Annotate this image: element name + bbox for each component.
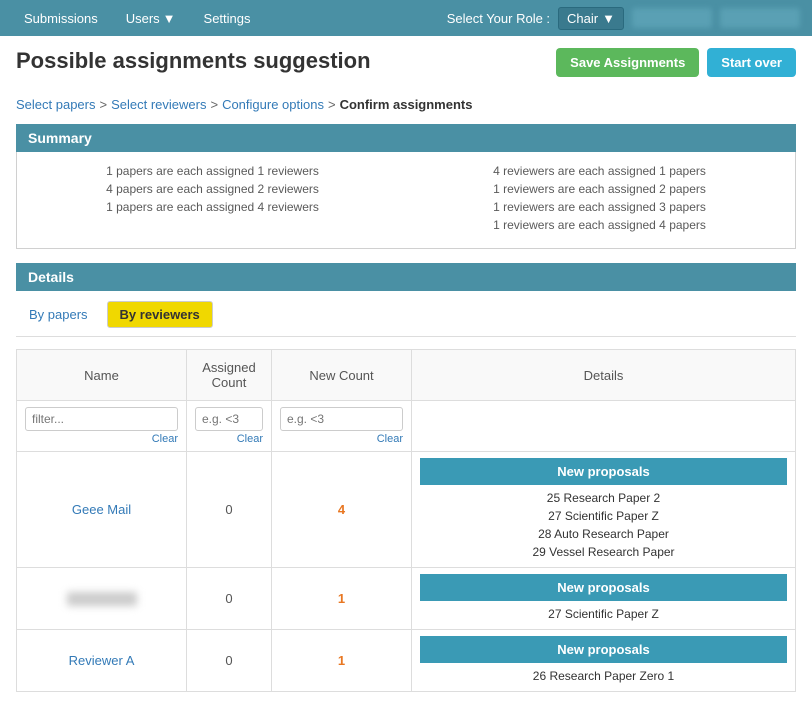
new-count: 1 <box>272 630 412 692</box>
proposal-item: 25 Research Paper 2 <box>420 489 787 507</box>
summary-left-item-1: 4 papers are each assigned 2 reviewers <box>29 182 396 196</box>
nav-users[interactable]: Users ▼ <box>114 3 188 34</box>
summary-left: 1 papers are each assigned 1 reviewers 4… <box>29 164 396 236</box>
reviewer-name: Reviewer A <box>69 653 135 668</box>
tab-by-reviewers[interactable]: By reviewers <box>107 301 213 328</box>
nav-users-label: Users <box>126 11 160 26</box>
summary-left-item-0: 1 papers are each assigned 1 reviewers <box>29 164 396 178</box>
proposal-item: 27 Scientific Paper Z <box>420 605 787 623</box>
navbar: Submissions Users ▼ Settings Select Your… <box>0 0 812 36</box>
new-count: 1 <box>272 568 412 630</box>
save-assignments-button[interactable]: Save Assignments <box>556 48 699 77</box>
proposals-header: New proposals <box>420 574 787 601</box>
chevron-down-icon: ▼ <box>163 11 176 26</box>
proposals-header: New proposals <box>420 636 787 663</box>
assigned-count: 0 <box>187 630 272 692</box>
new-count: 4 <box>272 452 412 568</box>
reviewer-name: Geee Mail <box>72 502 131 517</box>
details-header: Details <box>16 263 796 291</box>
summary-right-item-3: 1 reviewers are each assigned 4 papers <box>416 218 783 232</box>
details-cell: New proposals 25 Research Paper 227 Scien… <box>412 452 796 568</box>
assignments-table: Name Assigned Count New Count Details Cl… <box>16 349 796 692</box>
summary-right: 4 reviewers are each assigned 1 papers 1… <box>416 164 783 236</box>
summary-right-item-2: 1 reviewers are each assigned 3 papers <box>416 200 783 214</box>
filter-assigned-input[interactable] <box>195 407 263 431</box>
details-cell: New proposals 27 Scientific Paper Z <box>412 568 796 630</box>
clear-name-filter[interactable]: Clear <box>25 433 178 445</box>
page-content: Possible assignments suggestion Save Ass… <box>0 36 812 704</box>
role-label: Select Your Role : <box>447 11 550 26</box>
clear-assigned-filter[interactable]: Clear <box>195 433 263 445</box>
breadcrumb: Select papers > Select reviewers > Confi… <box>16 97 796 112</box>
clear-new-filter[interactable]: Clear <box>280 433 403 445</box>
top-actions: Save Assignments Start over <box>556 48 796 77</box>
breadcrumb-select-reviewers[interactable]: Select reviewers <box>111 97 206 112</box>
assigned-count: 0 <box>187 452 272 568</box>
role-selector[interactable]: Chair ▼ <box>558 7 624 30</box>
reviewer-name-blurred <box>67 592 137 606</box>
role-value: Chair <box>567 11 598 26</box>
details-tabs: By papers By reviewers <box>16 291 796 337</box>
breadcrumb-configure-options[interactable]: Configure options <box>222 97 324 112</box>
proposal-item: 28 Auto Research Paper <box>420 525 787 543</box>
nav-submissions[interactable]: Submissions <box>12 3 110 34</box>
summary-right-item-0: 4 reviewers are each assigned 1 papers <box>416 164 783 178</box>
table-row: Geee Mail 04 New proposals 25 Research Pape… <box>17 452 796 568</box>
assigned-count: 0 <box>187 568 272 630</box>
chevron-down-icon: ▼ <box>602 11 615 26</box>
proposal-item: 26 Research Paper Zero 1 <box>420 667 787 685</box>
summary-right-item-1: 1 reviewers are each assigned 2 papers <box>416 182 783 196</box>
nav-settings[interactable]: Settings <box>192 3 263 34</box>
summary-section: Summary 1 papers are each assigned 1 rev… <box>16 124 796 249</box>
user2-selector[interactable] <box>720 8 800 28</box>
details-section: Details By papers By reviewers Name Assi… <box>16 263 796 692</box>
breadcrumb-select-papers[interactable]: Select papers <box>16 97 96 112</box>
summary-left-item-2: 1 papers are each assigned 4 reviewers <box>29 200 396 214</box>
table-row: Reviewer A 01 New proposals 26 Research Pap… <box>17 630 796 692</box>
start-over-button[interactable]: Start over <box>707 48 796 77</box>
proposal-item: 27 Scientific Paper Z <box>420 507 787 525</box>
col-header-details: Details <box>412 350 796 401</box>
user1-selector[interactable] <box>632 8 712 28</box>
breadcrumb-confirm-assignments: Confirm assignments <box>340 97 473 112</box>
proposals-header: New proposals <box>420 458 787 485</box>
details-cell: New proposals 26 Research Paper Zero 1 <box>412 630 796 692</box>
filter-name-input[interactable] <box>25 407 178 431</box>
nav-right: Select Your Role : Chair ▼ <box>447 7 800 30</box>
summary-header: Summary <box>16 124 796 152</box>
tab-by-papers[interactable]: By papers <box>16 301 101 328</box>
col-header-new: New Count <box>272 350 412 401</box>
nav-left: Submissions Users ▼ Settings <box>12 3 263 34</box>
proposal-item: 29 Vessel Research Paper <box>420 543 787 561</box>
col-header-name: Name <box>17 350 187 401</box>
summary-content: 1 papers are each assigned 1 reviewers 4… <box>16 152 796 249</box>
filter-new-input[interactable] <box>280 407 403 431</box>
table-row: 01 New proposals 27 Scientific Paper Z <box>17 568 796 630</box>
col-header-assigned: Assigned Count <box>187 350 272 401</box>
page-title: Possible assignments suggestion <box>16 48 371 74</box>
